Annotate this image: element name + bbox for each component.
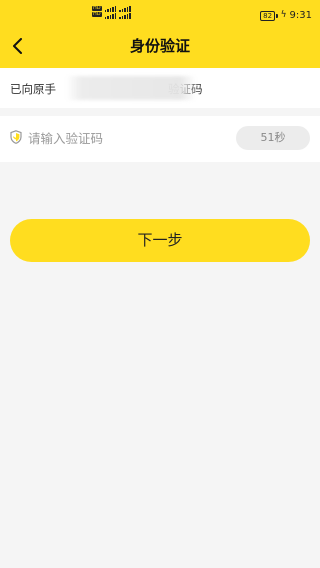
shield-check-icon [10,130,22,144]
status-right: 82 ϟ 9:31 [260,10,312,21]
redacted-phone-number [66,76,196,100]
charging-icon: ϟ [280,10,287,20]
notice-text-start: 已向原手 [10,82,56,96]
next-step-button[interactable]: 下一步 [10,219,310,262]
nav-bar: 身份验证 [0,28,320,68]
header: HD HD 82 ϟ 9:31 身份验证 [0,0,320,68]
hd-badges: HD HD [92,6,102,17]
verification-code-row: 51秒 [0,108,320,162]
status-bar: HD HD 82 ϟ 9:31 [0,0,320,28]
verification-code-input[interactable] [28,126,218,150]
resend-countdown-button[interactable]: 51秒 [236,126,310,150]
page-title: 身份验证 [129,37,190,55]
signal-icon [119,6,131,19]
hd-badge: HD [92,11,102,17]
signal-icon [104,6,117,19]
signal-indicators: HD HD [92,6,131,19]
battery-icon: 82 [260,10,278,21]
status-time: 9:31 [289,10,312,21]
battery-level: 82 [260,10,276,21]
